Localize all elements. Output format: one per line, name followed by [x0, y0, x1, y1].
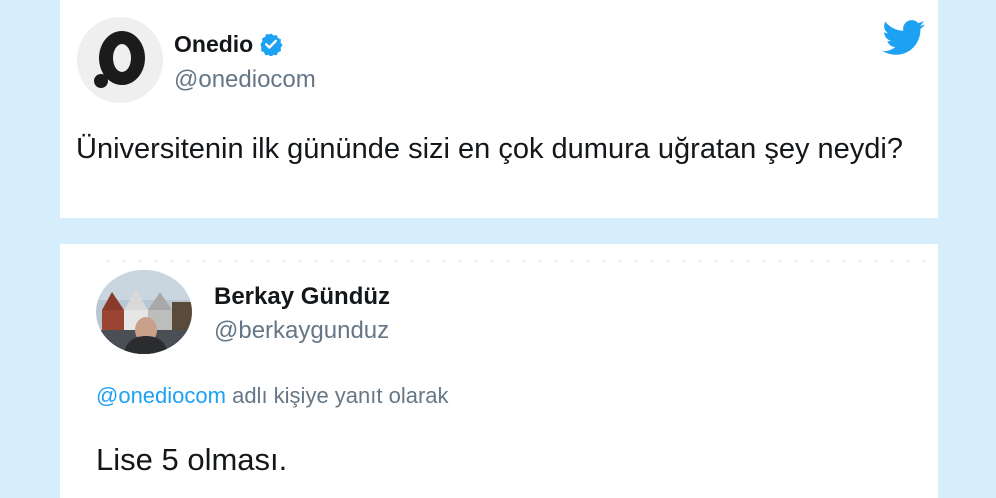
profile-photo-avatar — [96, 270, 192, 354]
onedio-display-name[interactable]: Onedio — [174, 30, 283, 58]
berkay-handle[interactable]: @berkaygunduz — [214, 316, 389, 346]
reply-context: @onediocom adlı kişiye yanıt olarak — [96, 382, 449, 410]
background-dot-pattern — [100, 254, 930, 268]
onedio-logo-icon — [77, 17, 163, 103]
onedio-display-name-text: Onedio — [174, 31, 254, 57]
original-tweet-card[interactable]: Onedio @onediocom Üniversitenin ilk günü… — [60, 0, 938, 218]
onedio-handle[interactable]: @onediocom — [174, 66, 316, 94]
reply-to-suffix: adlı kişiye yanıt olarak — [225, 383, 449, 408]
verified-badge-icon — [259, 32, 283, 57]
twitter-bird-icon[interactable] — [882, 20, 926, 56]
original-tweet-text: Üniversitenin ilk gününde sizi en çok du… — [76, 133, 903, 165]
reply-tweet-text: Lise 5 olması. — [96, 442, 288, 477]
berkay-display-name[interactable]: Berkay Gündüz — [214, 282, 390, 312]
reply-to-handle-link[interactable]: @onediocom — [96, 383, 226, 408]
berkay-avatar[interactable] — [96, 270, 192, 354]
reply-tweet-card[interactable]: Berkay Gündüz @berkaygunduz @onediocom a… — [60, 244, 938, 498]
onedio-avatar[interactable] — [77, 17, 163, 103]
